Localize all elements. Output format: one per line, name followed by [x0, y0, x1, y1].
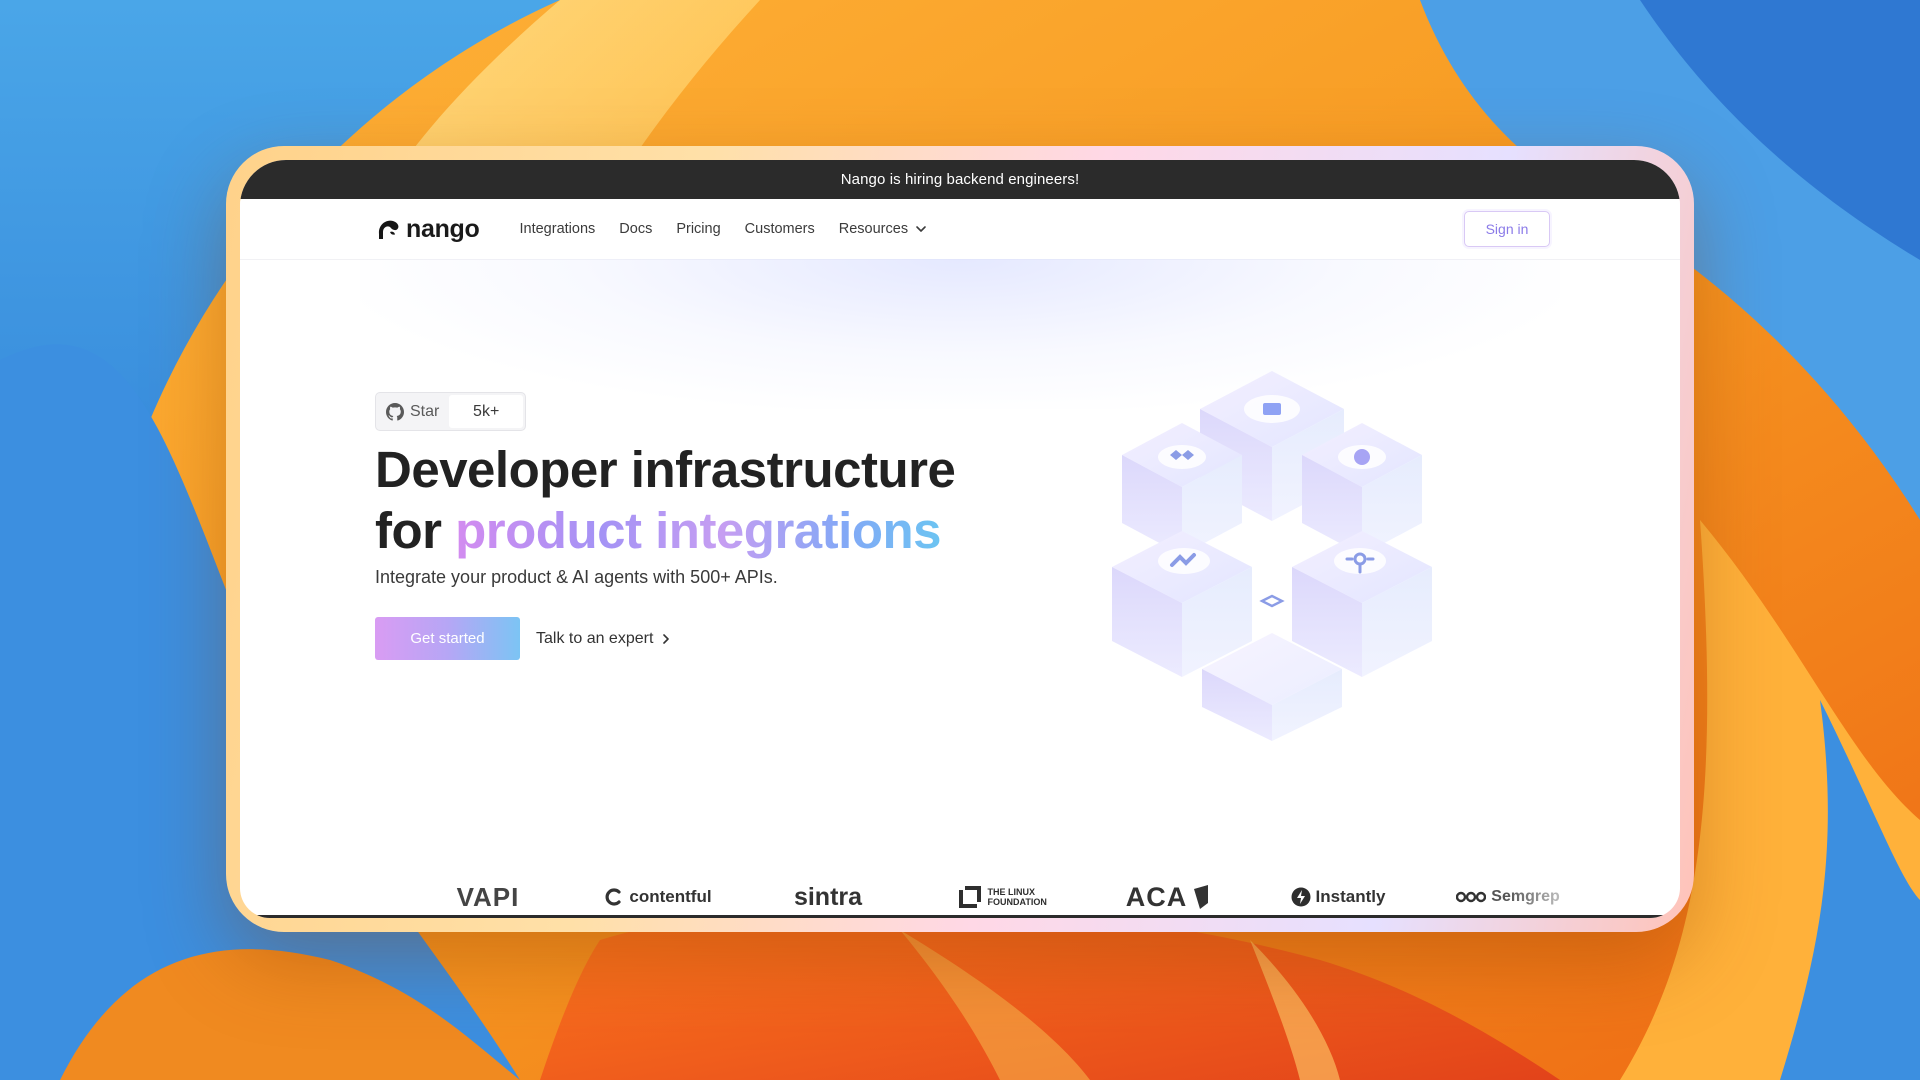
talk-to-expert-link[interactable]: Talk to an expert [536, 617, 672, 660]
instantly-bolt-icon [1291, 887, 1311, 907]
browser-screen: Nango is hiring backend engineers! nango… [240, 160, 1680, 918]
hero-headline: Developer infrastructure for product int… [375, 439, 956, 561]
hero-section: Star 5k+ Developer infrastructure for pr… [240, 259, 1680, 819]
logo-aca: ACA [1083, 882, 1253, 913]
headline-highlight: product integrations [455, 502, 941, 559]
logo-linux-foundation: THE LINUX FOUNDATION [913, 884, 1083, 910]
chevron-right-icon [663, 633, 670, 644]
github-icon [386, 402, 404, 421]
integration-cubes-illustration [1112, 371, 1432, 741]
github-star-text: Star [410, 402, 440, 420]
aca-mark-icon [1194, 885, 1209, 909]
announcement-text[interactable]: Nango is hiring backend engineers! [841, 171, 1080, 188]
nav-link-docs[interactable]: Docs [619, 221, 652, 237]
logo-semgrep-text: Semgrep [1491, 888, 1560, 905]
nav-link-integrations[interactable]: Integrations [520, 221, 596, 237]
logo-aca-text: ACA [1125, 881, 1188, 912]
nav-link-pricing[interactable]: Pricing [676, 221, 720, 237]
top-nav: nango Integrations Docs Pricing Customer… [240, 199, 1680, 260]
logo-instantly-text: Instantly [1315, 887, 1386, 906]
brand-name: nango [406, 214, 480, 243]
logo-instantly: Instantly [1253, 887, 1423, 907]
nav-link-resources[interactable]: Resources [839, 221, 928, 237]
headline-for: for [375, 502, 442, 559]
brand-logo[interactable]: nango [375, 215, 480, 244]
nav-links: Integrations Docs Pricing Customers Reso… [520, 221, 929, 237]
logo-linux-foundation-text: THE LINUX FOUNDATION [987, 887, 1047, 907]
screen-bottom-edge [240, 915, 1680, 918]
logo-contentful: contentful [573, 887, 743, 907]
linux-foundation-icon [958, 886, 981, 908]
nango-logo-icon [378, 220, 399, 239]
logo-vapi-text: VAPI [456, 881, 520, 912]
get-started-button[interactable]: Get started [375, 617, 520, 660]
logo-vapi: VAPI [403, 882, 573, 913]
semgrep-icon [1456, 891, 1487, 903]
github-star-button[interactable]: Star 5k+ [375, 392, 526, 431]
hero-subheadline: Integrate your product & AI agents with … [375, 567, 778, 587]
logo-sintra-text: sintra [793, 882, 863, 911]
cube-center [1254, 593, 1290, 613]
logo-contentful-text: contentful [629, 887, 712, 906]
contentful-icon [606, 888, 622, 906]
logo-sintra: sintra [743, 883, 913, 912]
headline-line-1: Developer infrastructure [375, 441, 956, 498]
nav-link-customers[interactable]: Customers [745, 221, 815, 237]
github-star-count: 5k+ [449, 395, 523, 428]
github-star-label: Star [376, 393, 449, 430]
logo-semgrep: Semgrep [1423, 888, 1593, 906]
customer-logos-strip: VAPI contentful sintra THE LINUX FOUNDAT… [240, 876, 1680, 918]
chevron-down-icon [916, 226, 926, 232]
sign-in-button[interactable]: Sign in [1464, 211, 1550, 247]
talk-to-expert-label: Talk to an expert [536, 629, 654, 647]
nav-link-resources-label: Resources [838, 221, 909, 237]
announcement-bar[interactable]: Nango is hiring backend engineers! [240, 160, 1680, 199]
